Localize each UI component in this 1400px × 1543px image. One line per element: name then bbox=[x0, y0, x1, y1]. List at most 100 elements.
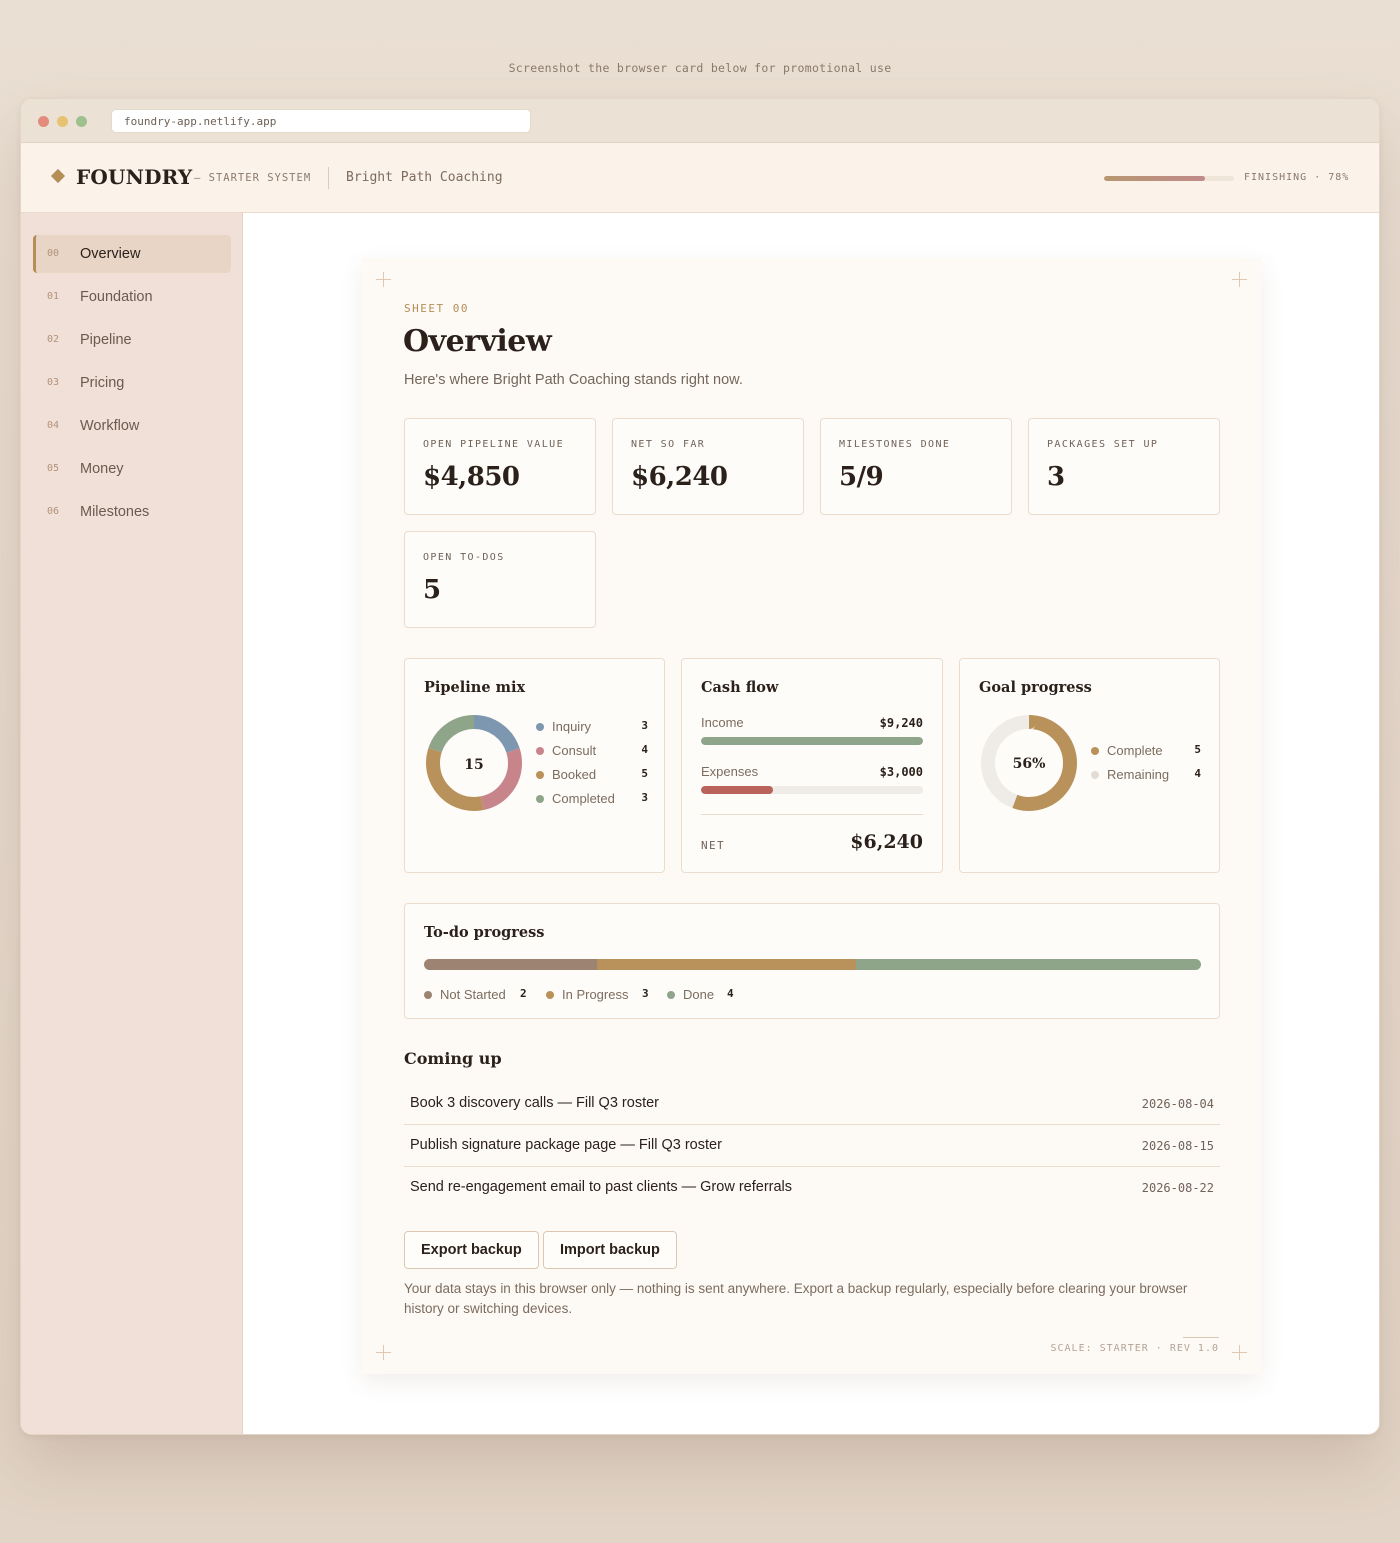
diamond-logo-icon bbox=[50, 168, 66, 184]
stat-card-packages-set-up: PACKAGES SET UP 3 bbox=[1028, 418, 1220, 515]
legend-item-booked: Booked 5 bbox=[536, 766, 648, 784]
pipeline-donut-chart: 15 bbox=[426, 715, 522, 811]
sidebar-item-label: Workflow bbox=[80, 418, 140, 434]
page-subtitle: Here's where Bright Path Coaching stands… bbox=[404, 372, 743, 388]
legend-item-in-progress: In Progress 3 bbox=[546, 986, 652, 1004]
sidebar: 00 Overview 01 Foundation 02 Pipeline 03… bbox=[21, 213, 243, 1434]
upcoming-task-row[interactable]: Send re-engagement email to past clients… bbox=[404, 1167, 1220, 1209]
export-backup-button[interactable]: Export backup bbox=[404, 1231, 539, 1269]
minimize-window-dot[interactable] bbox=[57, 116, 68, 127]
sidebar-item-number: 05 bbox=[47, 463, 60, 474]
income-label: Income bbox=[701, 715, 744, 730]
close-window-dot[interactable] bbox=[38, 116, 49, 127]
stat-label: MILESTONES DONE bbox=[839, 439, 951, 450]
legend-count: 5 bbox=[641, 767, 648, 780]
browser-window: foundry-app.netlify.app FOUNDRY — STARTE… bbox=[20, 98, 1380, 1435]
sidebar-item-overview[interactable]: 00 Overview bbox=[33, 235, 231, 273]
card-title: To-do progress bbox=[424, 924, 545, 941]
sheet-number: SHEET 00 bbox=[404, 302, 469, 315]
card-title: Cash flow bbox=[701, 679, 779, 696]
task-text: Publish signature package page — Fill Q3… bbox=[410, 1137, 722, 1153]
sidebar-item-workflow[interactable]: 04 Workflow bbox=[33, 407, 231, 445]
legend-count: 4 bbox=[727, 987, 734, 1000]
todo-progress-card: To-do progress Not Started 2 In Progress… bbox=[404, 903, 1220, 1019]
legend-dot bbox=[546, 991, 554, 999]
expenses-bar-fill bbox=[701, 786, 774, 794]
sidebar-item-label: Pipeline bbox=[80, 332, 132, 348]
income-bar-fill bbox=[701, 737, 923, 745]
address-bar[interactable]: foundry-app.netlify.app bbox=[111, 109, 531, 133]
legend-dot bbox=[536, 723, 544, 731]
legend-name: Done bbox=[683, 987, 715, 1002]
legend-item-done: Done 4 bbox=[667, 986, 737, 1004]
app-header: FOUNDRY — STARTER SYSTEM Bright Path Coa… bbox=[21, 143, 1379, 213]
stat-label: NET SO FAR bbox=[631, 439, 706, 450]
sidebar-item-label: Money bbox=[80, 461, 124, 477]
sidebar-item-label: Pricing bbox=[80, 375, 125, 391]
goal-donut-chart: 56% bbox=[981, 715, 1077, 811]
legend-name: Remaining bbox=[1107, 767, 1170, 782]
upcoming-task-row[interactable]: Book 3 discovery calls — Fill Q3 roster … bbox=[404, 1083, 1220, 1125]
sidebar-item-pipeline[interactable]: 02 Pipeline bbox=[33, 321, 231, 359]
legend-count: 3 bbox=[641, 719, 648, 732]
todo-segment-not-started bbox=[424, 959, 597, 970]
client-name: Bright Path Coaching bbox=[346, 170, 503, 185]
sidebar-item-label: Overview bbox=[80, 246, 141, 262]
sidebar-item-milestones[interactable]: 06 Milestones bbox=[33, 493, 231, 531]
coming-up-heading: Coming up bbox=[404, 1049, 502, 1068]
legend-item-completed: Completed 3 bbox=[536, 790, 648, 808]
sidebar-item-number: 01 bbox=[47, 291, 60, 302]
legend-item-inquiry: Inquiry 3 bbox=[536, 718, 648, 736]
net-label: NET bbox=[701, 839, 726, 852]
pipeline-mix-card: Pipeline mix 15 Inquiry 3 Consult 4 Book… bbox=[404, 658, 665, 873]
stat-value: 3 bbox=[1047, 462, 1065, 492]
legend-name: Not Started bbox=[440, 987, 506, 1002]
privacy-note: Your data stays in this browser only — n… bbox=[404, 1281, 1188, 1316]
corner-crosshair-mark bbox=[376, 1345, 391, 1360]
corner-crosshair-mark bbox=[1232, 1345, 1247, 1360]
legend-item-consult: Consult 4 bbox=[536, 742, 648, 760]
legend-dot bbox=[536, 771, 544, 779]
task-date: 2026-08-15 bbox=[1141, 1139, 1214, 1153]
sidebar-item-foundation[interactable]: 01 Foundation bbox=[33, 278, 231, 316]
header-divider bbox=[328, 167, 329, 189]
stat-card-open-pipeline-value: OPEN PIPELINE VALUE $4,850 bbox=[404, 418, 596, 515]
sidebar-item-number: 00 bbox=[47, 248, 60, 259]
legend-count: 2 bbox=[520, 987, 527, 1000]
maximize-window-dot[interactable] bbox=[76, 116, 87, 127]
legend-name: In Progress bbox=[562, 987, 629, 1002]
sidebar-item-money[interactable]: 05 Money bbox=[33, 450, 231, 488]
legend-dot bbox=[424, 991, 432, 999]
cash-flow-divider bbox=[701, 814, 923, 815]
finishing-progress-bar bbox=[1104, 176, 1234, 181]
legend-item-not-started: Not Started 2 bbox=[424, 986, 529, 1004]
legend-dot bbox=[536, 747, 544, 755]
brand-name: FOUNDRY bbox=[76, 165, 193, 189]
income-amount: $9,240 bbox=[879, 716, 923, 730]
task-text: Book 3 discovery calls — Fill Q3 roster bbox=[410, 1095, 659, 1111]
stat-value: 5 bbox=[423, 575, 441, 605]
overview-sheet: SHEET 00 Overview Here's where Bright Pa… bbox=[362, 258, 1261, 1374]
stat-value: 5/9 bbox=[839, 462, 884, 492]
net-value: $6,240 bbox=[850, 831, 923, 853]
import-backup-button[interactable]: Import backup bbox=[543, 1231, 677, 1269]
legend-count: 4 bbox=[1194, 767, 1201, 780]
corner-crosshair-mark bbox=[1232, 272, 1247, 287]
promo-caption: Screenshot the browser card below for pr… bbox=[508, 61, 892, 75]
finishing-progress-label: FINISHING · 78% bbox=[1244, 172, 1350, 183]
sidebar-item-label: Milestones bbox=[80, 504, 150, 520]
upcoming-task-row[interactable]: Publish signature package page — Fill Q3… bbox=[404, 1125, 1220, 1167]
legend-item-complete: Complete 5 bbox=[1091, 742, 1201, 760]
sidebar-item-pricing[interactable]: 03 Pricing bbox=[33, 364, 231, 402]
legend-count: 3 bbox=[641, 791, 648, 804]
legend-dot bbox=[1091, 747, 1099, 755]
sidebar-item-label: Foundation bbox=[80, 289, 153, 305]
goal-percent: 56% bbox=[1013, 756, 1046, 772]
legend-name: Complete bbox=[1107, 743, 1163, 758]
brand-subtitle: — STARTER SYSTEM bbox=[194, 172, 312, 184]
todo-stacked-bar bbox=[424, 959, 1201, 970]
card-title: Goal progress bbox=[979, 679, 1092, 696]
task-text: Send re-engagement email to past clients… bbox=[410, 1179, 793, 1195]
sidebar-item-number: 04 bbox=[47, 420, 60, 431]
sidebar-item-number: 02 bbox=[47, 334, 60, 345]
